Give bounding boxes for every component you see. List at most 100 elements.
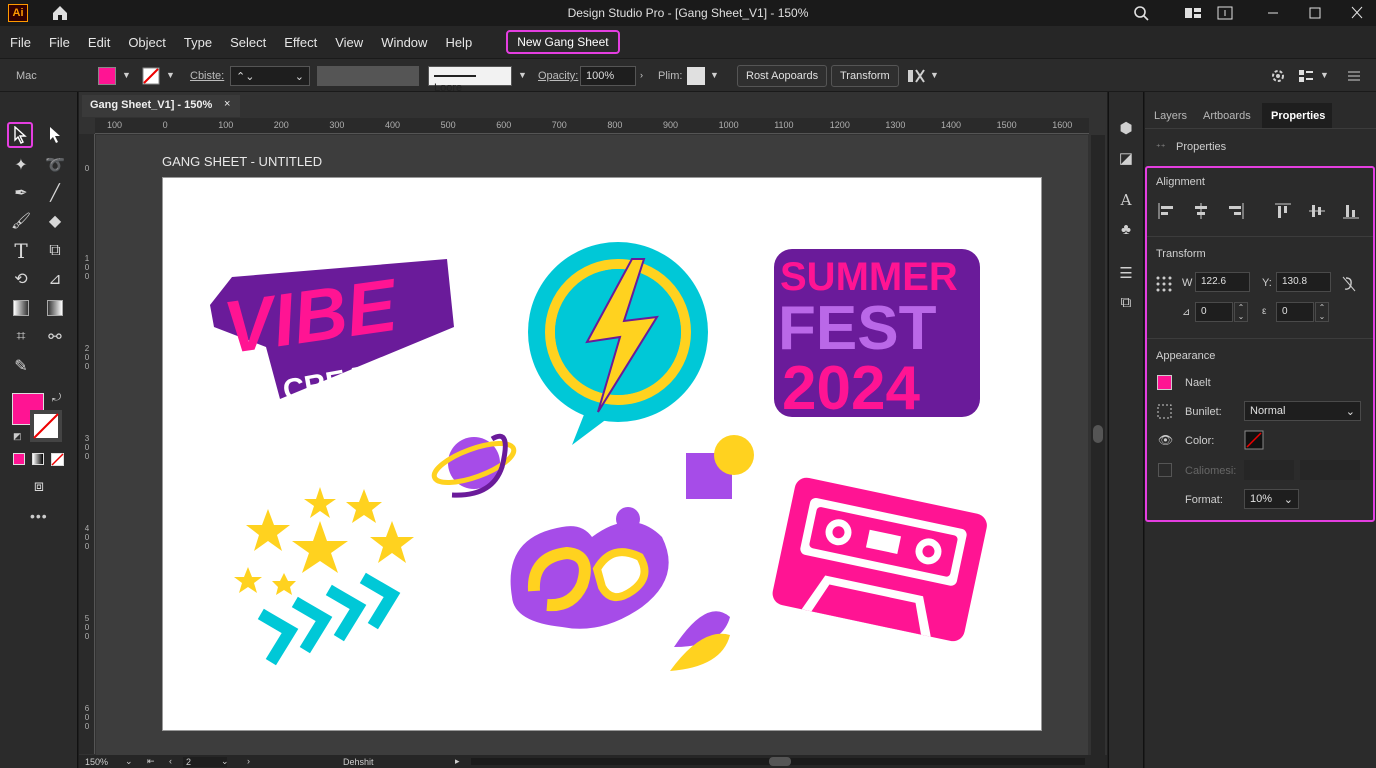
horizontal-scroll-thumb[interactable] [769,757,791,766]
x-stepper[interactable]: ⌃ ⌄ [1234,302,1248,322]
vibe-creative-sticker[interactable]: VIBE CREATIVE [210,259,454,408]
eyedropper-icon[interactable]: ✎ [8,353,34,379]
graph-tool-icon[interactable]: ⊿ [42,266,68,292]
direct-selection-tool-icon[interactable] [42,122,68,148]
x-input[interactable]: 0 [1195,302,1233,322]
chevron-down-icon[interactable]: ▼ [122,70,131,80]
layers-icon[interactable]: ◪ [1116,148,1136,168]
eraser-tool-icon[interactable]: ◆ [42,208,68,234]
screen-mode-icon[interactable]: ⧈ [26,474,52,500]
arrange-icon[interactable] [1298,68,1314,84]
rost-artboards-button[interactable]: Rost Aopoards [737,65,828,87]
character-icon[interactable]: A [1116,190,1136,210]
prev-page-icon[interactable]: ‹ [169,756,172,766]
color-none-swatch-icon[interactable] [1244,430,1264,450]
menu-view[interactable]: View [335,35,363,50]
tab-layers[interactable]: Layers [1154,110,1187,122]
align-right-icon[interactable] [1226,202,1246,220]
color-mode-icon[interactable] [13,453,25,465]
artwork-layer[interactable]: VIBE CREATIVE SUMMER FEST 2024 [162,177,1042,731]
panel-menu-icon[interactable] [1346,68,1362,84]
chevron-down-icon[interactable]: ▼ [166,70,175,80]
width-input[interactable]: 122.6 [1195,272,1250,292]
chevron-down-icon[interactable]: ▼ [710,70,719,80]
pathfinder-icon[interactable]: ⧉ [1116,292,1136,312]
menu-help[interactable]: Help [445,35,472,50]
shape-tool-icon[interactable]: ⧉ [42,238,68,264]
workspace-icon[interactable] [1182,4,1204,22]
align-center-icon[interactable] [1191,202,1211,220]
menu-select[interactable]: Select [230,35,266,50]
blend-mode-select[interactable]: Normal ⌄ [1244,401,1361,421]
eye-icon[interactable]: 👁 [1158,433,1173,447]
align-bottom-icon[interactable] [1341,202,1361,220]
stroke-style-select[interactable]: Loore [428,66,512,94]
new-gang-sheet-button[interactable]: New Gang Sheet [506,30,620,54]
document-tab[interactable]: Gang Sheet_V1] - 150% × [82,95,240,117]
format-select[interactable]: 10% ⌄ [1244,489,1299,509]
more-tools-icon[interactable]: ••• [30,508,48,524]
gradient-mode-icon[interactable] [32,453,44,465]
constrain-proportions-icon[interactable] [1341,275,1357,293]
chevron-down-icon[interactable]: ▼ [518,70,527,80]
geometric-shapes-sticker[interactable] [686,435,754,499]
line-tool-icon[interactable]: ╱ [42,180,68,206]
reference-point-icon[interactable] [1155,275,1173,293]
close-tab-icon[interactable]: × [224,98,230,110]
rotate-tool-icon[interactable]: ⟲ [8,266,34,292]
menu-type[interactable]: Type [184,35,212,50]
chevron-right-icon[interactable]: › [640,70,643,80]
fill-swatch[interactable] [98,67,116,85]
zoom-level-select[interactable]: 150% [85,757,108,767]
gear-icon[interactable] [1270,68,1286,84]
rotation-stepper[interactable]: ⌃ ⌄ [1315,302,1329,322]
selection-tool-icon[interactable] [7,122,33,148]
default-colors-icon[interactable]: ◩ [13,431,22,442]
rotation-input[interactable]: 0 [1276,302,1314,322]
share-icon[interactable] [1214,4,1236,22]
magic-wand-icon[interactable]: ✦ [8,152,34,178]
swirl-letters-sticker[interactable] [510,507,669,629]
stroke-swatch-icon[interactable] [142,67,160,85]
align-left-icon[interactable] [1156,202,1176,220]
stroke-dashed-icon[interactable] [1157,404,1172,419]
mesh-tool-icon[interactable] [42,295,68,321]
menu-object[interactable]: Object [128,35,166,50]
swap-colors-icon[interactable]: ⤾ [52,392,61,405]
disabled-checkbox[interactable] [1158,463,1172,477]
tab-artboards[interactable]: Artboards [1203,110,1251,122]
menu-file[interactable]: File [10,35,31,50]
menu-edit[interactable]: Edit [88,35,110,50]
cassette-tape-sticker[interactable] [770,475,989,643]
leaf-sticker[interactable] [670,611,730,671]
tab-properties[interactable]: Properties [1271,110,1325,122]
stroke-color-swatch-icon[interactable] [30,410,62,442]
menu-file-2[interactable]: File [49,35,70,50]
stars-sticker[interactable] [234,487,414,595]
menu-effect[interactable]: Effect [284,35,317,50]
close-icon[interactable] [1346,4,1368,22]
planet-sticker[interactable] [430,433,519,498]
brush-tool-icon[interactable]: 🖌 [8,208,34,234]
none-mode-icon[interactable] [51,453,64,466]
crop-tool-icon[interactable]: ⌗ [8,324,34,350]
chevron-down-icon[interactable]: ⌄ [125,756,133,767]
variable-width-select[interactable] [317,66,419,86]
vertical-scroll-thumb[interactable] [1093,425,1103,443]
pen-tool-icon[interactable]: ✒ [8,180,34,206]
maximize-icon[interactable] [1304,4,1326,22]
opacity-input[interactable]: 100% [580,66,636,86]
chevron-down-icon[interactable]: ⌄ [221,756,229,767]
status-menu-icon[interactable]: ▸ [455,756,460,767]
isolate-icon[interactable] [906,68,926,84]
align-panel-icon[interactable]: ☰ [1116,263,1136,283]
align-middle-icon[interactable] [1307,202,1327,220]
stroke-weight-select[interactable]: ⌃⌄ ⌄ [230,66,310,86]
vertical-scrollbar[interactable] [1091,135,1105,755]
align-top-icon[interactable] [1273,202,1293,220]
symbols-icon[interactable]: ♣ [1116,219,1136,239]
menu-window[interactable]: Window [381,35,427,50]
transform-button[interactable]: Transform [831,65,899,87]
type-tool-icon[interactable]: T [8,238,34,264]
lasso-icon[interactable]: ➰ [42,152,68,178]
